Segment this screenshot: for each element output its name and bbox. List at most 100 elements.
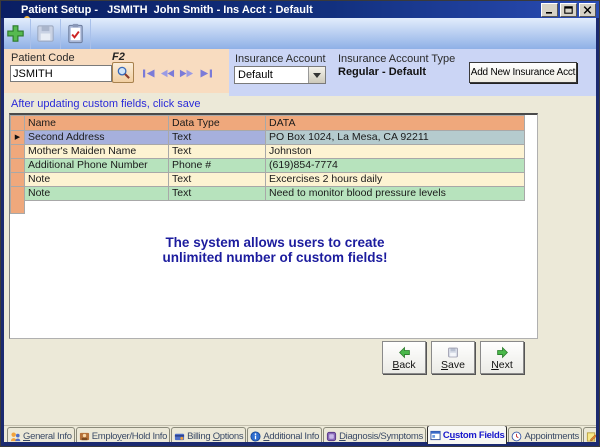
column-header-data: DATA [266,116,525,131]
window-border-right [596,18,599,446]
save-label: Save [441,359,465,371]
column-header-data-type: Data Type [169,116,266,131]
first-record-button[interactable] [141,67,156,79]
next-record-button[interactable] [179,67,194,79]
row-selector-cell[interactable] [11,145,25,159]
tab-label: Billing Options [187,431,243,442]
table-row[interactable]: Mother's Maiden Name Text Johnston [11,145,525,159]
window-title: Patient Setup - JSMITH John Smith - Ins … [21,4,541,16]
plus-icon [4,22,27,45]
record-navigator [141,67,213,79]
info-icon [250,431,261,442]
cell-name[interactable]: Additional Phone Number [25,159,169,173]
general-info-icon [10,431,21,442]
save-floppy-icon [446,346,460,359]
selector-header-cell [11,116,25,131]
save-notice-text: After updating custom fields, click save [11,98,201,110]
minimize-icon [545,6,554,14]
column-header-name: Name [25,116,169,131]
close-button[interactable] [579,3,596,17]
patient-notes-icon [586,431,596,442]
info-message-line2: unlimited number of custom fields! [125,250,425,265]
minimize-button[interactable] [541,3,558,17]
cell-name[interactable]: Note [25,187,169,201]
patient-setup-window: Patient Setup - JSMITH John Smith - Ins … [0,0,600,447]
cell-data[interactable]: Excercises 2 hours daily [266,173,525,187]
patient-code-label: Patient Code [11,52,75,64]
row-selector-cell[interactable]: ▶ [11,131,25,145]
cell-name[interactable]: Note [25,173,169,187]
row-selector-cell[interactable] [11,173,25,187]
custom-fields-table: Name Data Type DATA ▶ Second Address Tex… [10,115,525,201]
last-record-icon [199,68,213,79]
insurance-panel: Insurance Account Default Insurance Acco… [229,49,596,96]
row-selector-cell[interactable] [11,187,25,201]
cell-data-type[interactable]: Text [169,187,266,201]
insurance-account-type-label: Insurance Account Type [338,53,455,65]
cell-data[interactable]: Johnston [266,145,525,159]
tab-label: Custom Fields [443,430,505,441]
window-controls [541,3,596,17]
next-record-icon [179,68,194,79]
cell-data-type[interactable]: Text [169,145,266,159]
app-icon[interactable] [4,3,17,16]
tab-label: Appointments [524,431,579,442]
tab-label: Diagnosis/Symptoms [339,431,423,442]
save-button[interactable]: Save [431,341,475,374]
window-border-left [1,18,4,446]
table-row[interactable]: ▶ Second Address Text PO Box 1024, La Me… [11,131,525,145]
tab-label: Additional Info [263,431,319,442]
cell-data-type[interactable]: Text [169,131,266,145]
cell-data-type[interactable]: Text [169,173,266,187]
custom-fields-icon [430,430,441,441]
floppy-disk-icon [34,22,57,45]
next-arrow-icon [495,346,510,359]
toolbar [1,18,599,49]
add-new-insurance-acct-button[interactable]: Add New Insurance Acct [469,62,577,83]
verify-button[interactable] [61,19,91,49]
custom-fields-grid: Name Data Type DATA ▶ Second Address Tex… [9,113,538,339]
cell-data-type[interactable]: Phone # [169,159,266,173]
cell-name[interactable]: Second Address [25,131,169,145]
next-button[interactable]: Next [480,341,524,374]
billing-icon [174,431,185,442]
dropdown-arrow-icon[interactable] [308,67,325,83]
patient-search-button[interactable] [112,62,134,83]
employer-icon [79,431,90,442]
cell-data[interactable]: PO Box 1024, La Mesa, CA 92211 [266,131,525,145]
titlebar[interactable]: Patient Setup - JSMITH John Smith - Ins … [1,1,599,18]
first-record-icon [142,68,156,79]
previous-record-icon [160,68,175,79]
patient-code-panel: Patient Code F2 [4,49,229,93]
table-header-row: Name Data Type DATA [11,116,525,131]
info-message-line1: The system allows users to create [125,235,425,250]
table-row[interactable]: Note Text Excercises 2 hours daily [11,173,525,187]
cell-data[interactable]: (619)854-7774 [266,159,525,173]
insurance-account-value: Default [235,69,308,81]
cell-name[interactable]: Mother's Maiden Name [25,145,169,159]
save-toolbar-button[interactable] [31,19,61,49]
window-border-bottom [1,442,599,446]
tab-custom-fields[interactable]: Custom Fields [427,425,508,444]
previous-record-button[interactable] [160,67,175,79]
cell-data[interactable]: Need to monitor blood pressure levels [266,187,525,201]
close-icon [583,6,592,14]
patient-code-input[interactable] [10,65,112,82]
tab-label: General Info [23,431,72,442]
table-row[interactable]: Additional Phone Number Phone # (619)854… [11,159,525,173]
insurance-account-type-value: Regular - Default [338,66,426,78]
table-row[interactable]: Note Text Need to monitor blood pressure… [11,187,525,201]
add-patient-button[interactable] [1,19,31,49]
maximize-button[interactable] [560,3,577,17]
last-record-button[interactable] [198,67,213,79]
appointments-clock-icon [511,431,522,442]
insurance-account-select[interactable]: Default [234,66,326,84]
maximize-icon [564,6,573,14]
search-icon [116,65,131,80]
next-label: Next [491,359,513,371]
back-label: Back [392,359,415,371]
selector-column-stub [10,200,25,214]
diagnosis-icon [326,431,337,442]
row-selector-cell[interactable] [11,159,25,173]
back-button[interactable]: Back [382,341,426,374]
